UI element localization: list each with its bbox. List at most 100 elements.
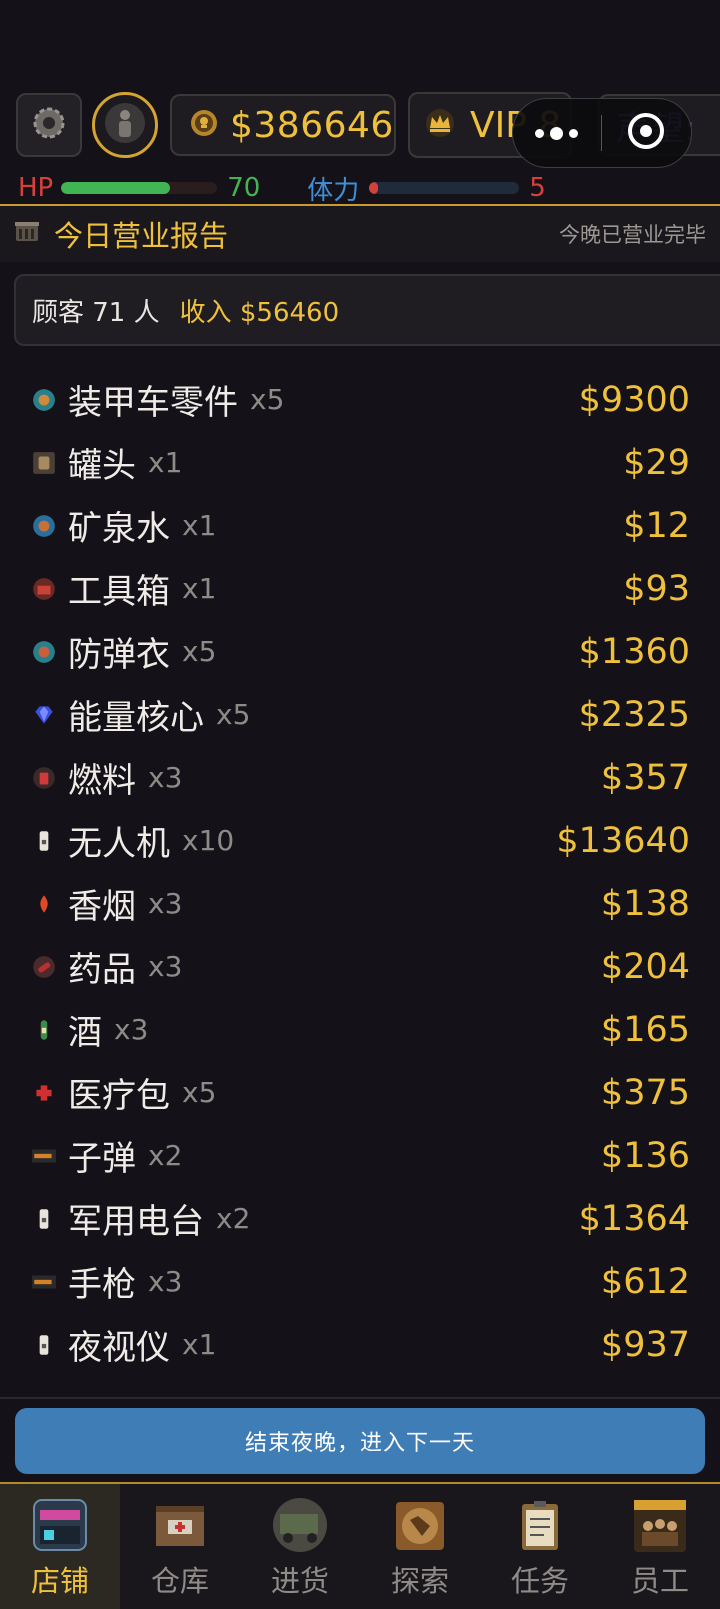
pistol-icon bbox=[30, 1268, 58, 1296]
close-miniprogram-button[interactable] bbox=[602, 111, 692, 155]
water-icon bbox=[30, 512, 58, 540]
item-quantity: x2 bbox=[148, 1139, 183, 1172]
can-icon bbox=[30, 449, 58, 477]
nav-tab-clipboard[interactable]: 任务 bbox=[480, 1484, 600, 1609]
sale-row: 矿泉水 x1 $12 bbox=[0, 494, 720, 557]
item-quantity: x3 bbox=[148, 950, 183, 983]
sale-row: 装甲车零件 x5 $9300 bbox=[0, 368, 720, 431]
list-divider bbox=[0, 1397, 720, 1399]
shop-counter-icon bbox=[14, 219, 40, 249]
sale-row: 子弹 x2 $136 bbox=[0, 1124, 720, 1187]
medicine-icon bbox=[30, 953, 58, 981]
nav-tab-label: 探索 bbox=[390, 1564, 449, 1598]
nav-tab-label: 任务 bbox=[510, 1564, 569, 1598]
item-name: 香烟 bbox=[68, 887, 136, 927]
sales-list: 装甲车零件 x5 $9300 罐头 x1 $29 矿泉水 x1 $12 工具箱 x1 $93 防弹衣 x5… bbox=[0, 368, 720, 1376]
nav-tab-truck[interactable]: 进货 bbox=[240, 1484, 360, 1609]
item-quantity: x1 bbox=[182, 572, 217, 605]
miniprogram-capsule bbox=[512, 98, 692, 168]
goggles-icon bbox=[30, 1331, 58, 1359]
hp-label: HP bbox=[18, 173, 54, 203]
bullet-icon bbox=[30, 1142, 58, 1170]
nav-tab-map[interactable]: 探索 bbox=[360, 1484, 480, 1609]
item-name: 夜视仪 bbox=[68, 1328, 170, 1368]
item-quantity: x3 bbox=[148, 887, 183, 920]
sale-row: 燃料 x3 $357 bbox=[0, 746, 720, 809]
item-price: $93 bbox=[623, 568, 690, 609]
nav-tab-warehouse[interactable]: 仓库 bbox=[120, 1484, 240, 1609]
warehouse-icon bbox=[150, 1496, 210, 1554]
nav-tab-team[interactable]: 员工 bbox=[600, 1484, 720, 1609]
sale-row: 药品 x3 $204 bbox=[0, 935, 720, 998]
item-quantity: x3 bbox=[114, 1013, 149, 1046]
item-name: 军用电台 bbox=[68, 1202, 204, 1242]
stamina-bar bbox=[369, 182, 520, 194]
sale-row: 罐头 x1 $29 bbox=[0, 431, 720, 494]
report-summary: 顾客 71 人 收入 $56460 bbox=[14, 274, 720, 346]
sale-row: 能量核心 x5 $2325 bbox=[0, 683, 720, 746]
medkit-icon bbox=[30, 1079, 58, 1107]
item-name: 药品 bbox=[68, 950, 136, 990]
money-amount: $386646 bbox=[230, 104, 394, 146]
item-price: $29 bbox=[623, 442, 690, 483]
item-price: $357 bbox=[600, 757, 690, 798]
item-price: $13640 bbox=[556, 820, 690, 861]
stamina-value: 5 bbox=[529, 173, 546, 203]
teal-gear-icon bbox=[30, 386, 58, 414]
sale-row: 手枪 x3 $612 bbox=[0, 1250, 720, 1313]
item-quantity: x3 bbox=[148, 1265, 183, 1298]
item-price: $136 bbox=[600, 1135, 690, 1176]
item-quantity: x1 bbox=[182, 509, 217, 542]
item-name: 酒 bbox=[68, 1013, 102, 1053]
more-menu-button[interactable] bbox=[513, 126, 601, 140]
truck-icon bbox=[270, 1496, 330, 1554]
more-dot-icon bbox=[569, 128, 579, 138]
income-total: 收入 $56460 bbox=[179, 297, 340, 328]
item-name: 防弹衣 bbox=[68, 635, 170, 675]
item-quantity: x2 bbox=[216, 1202, 251, 1235]
drone-icon bbox=[30, 827, 58, 855]
shop-icon bbox=[30, 1496, 90, 1554]
sale-row: 军用电台 x2 $1364 bbox=[0, 1187, 720, 1250]
stamina-label: 体力 bbox=[307, 175, 360, 206]
target-icon bbox=[626, 111, 666, 155]
gem-icon bbox=[30, 701, 58, 729]
item-name: 矿泉水 bbox=[68, 509, 170, 549]
money-display[interactable]: $386646 bbox=[170, 94, 396, 156]
settings-button[interactable] bbox=[16, 93, 82, 157]
item-name: 无人机 bbox=[68, 824, 170, 864]
nav-tab-label: 员工 bbox=[630, 1564, 689, 1598]
nav-tab-shop[interactable]: 店铺 bbox=[0, 1484, 120, 1609]
fuel-icon bbox=[30, 764, 58, 792]
item-price: $937 bbox=[600, 1324, 690, 1365]
item-price: $1364 bbox=[578, 1198, 690, 1239]
item-quantity: x3 bbox=[148, 761, 183, 794]
sale-row: 夜视仪 x1 $937 bbox=[0, 1313, 720, 1376]
clipboard-icon bbox=[510, 1496, 570, 1554]
nav-tab-label: 进货 bbox=[270, 1564, 329, 1598]
more-dot-icon bbox=[550, 126, 564, 140]
report-header: 今日营业报告 今晚已营业完毕 bbox=[0, 206, 720, 262]
item-quantity: x1 bbox=[148, 446, 183, 479]
item-quantity: x5 bbox=[216, 698, 251, 731]
sale-row: 防弹衣 x5 $1360 bbox=[0, 620, 720, 683]
item-name: 工具箱 bbox=[68, 572, 170, 612]
hp-bar-fill bbox=[61, 182, 171, 194]
item-name: 能量核心 bbox=[68, 698, 204, 738]
player-avatar[interactable] bbox=[92, 92, 158, 158]
bottom-nav: 店铺 仓库 进货 探索 任务 员工 bbox=[0, 1482, 720, 1609]
item-price: $204 bbox=[600, 946, 690, 987]
item-price: $165 bbox=[600, 1009, 690, 1050]
sale-row: 无人机 x10 $13640 bbox=[0, 809, 720, 872]
item-price: $375 bbox=[600, 1072, 690, 1113]
item-price: $138 bbox=[600, 883, 690, 924]
item-name: 罐头 bbox=[68, 446, 136, 486]
item-price: $12 bbox=[623, 505, 690, 546]
item-name: 装甲车零件 bbox=[68, 383, 238, 423]
hp-bar bbox=[61, 182, 218, 194]
item-quantity: x5 bbox=[182, 1076, 217, 1109]
toolbox-icon bbox=[30, 575, 58, 603]
cigarette-icon bbox=[30, 890, 58, 918]
item-name: 医疗包 bbox=[68, 1076, 170, 1116]
end-night-button[interactable]: 结束夜晚，进入下一天 bbox=[15, 1408, 705, 1474]
